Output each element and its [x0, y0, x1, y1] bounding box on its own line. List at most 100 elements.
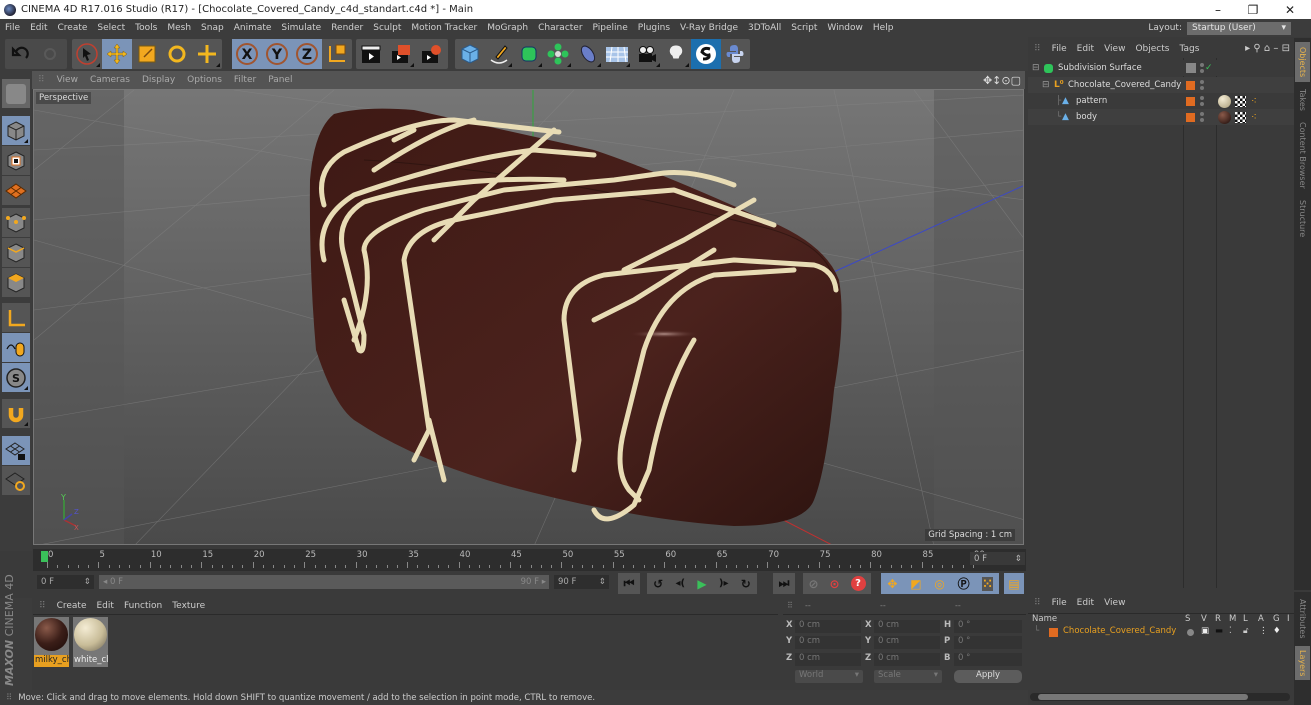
tweak-mode-button[interactable] [2, 333, 30, 362]
menu-tools[interactable]: Tools [130, 23, 162, 33]
layer-swatch[interactable] [1186, 63, 1196, 73]
new-window-icon[interactable]: ⊟ [1282, 43, 1290, 54]
menu-mograph[interactable]: MoGraph [482, 23, 533, 33]
minimize-icon[interactable]: – [1273, 43, 1278, 54]
tab-structure[interactable]: Structure [1295, 196, 1310, 241]
menu-file[interactable]: File [0, 23, 25, 33]
visibility-dots[interactable] [1200, 112, 1204, 122]
layer-menu-file[interactable]: File [1047, 598, 1072, 608]
menu-simulate[interactable]: Simulate [276, 23, 326, 33]
layer-swatch[interactable] [1186, 96, 1195, 106]
menu-mesh[interactable]: Mesh [162, 23, 196, 33]
locked-workplane-button[interactable] [2, 436, 30, 465]
layout-dropdown[interactable]: Startup (User) ▾ [1187, 21, 1291, 35]
material-menu-edit[interactable]: Edit [92, 601, 119, 611]
z-axis-button[interactable]: Z [292, 39, 322, 69]
timeline-ruler[interactable]: 051015202530354045505560657075808590 [33, 549, 1026, 571]
tab-objects[interactable]: Objects [1295, 42, 1310, 82]
viewport-menu-panel[interactable]: Panel [262, 75, 298, 85]
visibility-dots[interactable] [1200, 96, 1204, 106]
pos-z-field[interactable]: 0 cm [795, 653, 861, 666]
selection-tag-icon[interactable]: ⁖ [1251, 96, 1257, 107]
material-menu-create[interactable]: Create [52, 601, 92, 611]
make-editable-button[interactable] [2, 79, 30, 108]
col-animation[interactable]: A [1258, 614, 1264, 624]
menu-pipeline[interactable]: Pipeline [588, 23, 633, 33]
col-locked[interactable]: L [1243, 614, 1248, 624]
model-mode-button[interactable] [2, 116, 30, 145]
col-render[interactable]: R [1215, 614, 1221, 624]
tab-layers[interactable]: Layers [1295, 646, 1310, 680]
menu-animate[interactable]: Animate [229, 23, 277, 33]
current-frame-field[interactable]: 0 F ⇕ [970, 552, 1025, 565]
viewport[interactable]: Y X Z Perspective Grid Spacing : 1 cm [33, 89, 1024, 545]
start-frame-field[interactable]: 0 F ⇕ [37, 575, 94, 589]
pla-track-button[interactable]: ⁙ [982, 576, 993, 591]
range-slider[interactable]: ◂ 0 F 90 F ▸ [99, 575, 549, 589]
menu-window[interactable]: Window [822, 23, 868, 33]
tab-content-browser[interactable]: Content Browser [1295, 118, 1310, 193]
next-key-button[interactable]: ↻ [741, 577, 751, 591]
material-menu-texture[interactable]: Texture [167, 601, 210, 611]
coord-mode-select[interactable]: World ▾ [795, 670, 863, 683]
col-manager[interactable]: M [1229, 614, 1236, 624]
autokey-off-button[interactable]: ⊘ [808, 577, 818, 591]
collapse-icon[interactable]: ⊟ [1042, 80, 1050, 90]
tab-takes[interactable]: Takes [1295, 86, 1310, 114]
camera-button[interactable] [632, 39, 662, 69]
floor-button[interactable] [603, 39, 633, 69]
tab-attributes[interactable]: Attributes [1295, 594, 1310, 644]
menu-plugins[interactable]: Plugins [633, 23, 675, 33]
solo-toggle[interactable] [1187, 629, 1194, 636]
render-view-button[interactable] [356, 39, 386, 69]
col-generators[interactable]: G [1273, 614, 1280, 624]
pos-y-field[interactable]: 0 cm [795, 636, 861, 649]
menu-help[interactable]: Help [868, 23, 899, 33]
obj-menu-tags[interactable]: Tags [1174, 44, 1204, 54]
edges-mode-button[interactable] [2, 238, 30, 267]
scale-button[interactable] [132, 39, 162, 69]
subdivision-surface-button[interactable] [514, 39, 544, 69]
snap-button[interactable] [2, 399, 30, 428]
rot-p-field[interactable]: 0 ° [954, 636, 1022, 649]
planar-workplane-button[interactable] [2, 466, 30, 495]
coordinate-system-button[interactable] [322, 39, 352, 69]
layer-color-swatch[interactable] [1049, 628, 1058, 637]
render-settings-button[interactable] [416, 39, 446, 69]
polygons-mode-button[interactable] [2, 268, 30, 297]
end-frame-field[interactable]: 90 F ⇕ [554, 575, 609, 589]
workplane-mode-button[interactable] [2, 176, 30, 205]
size-mode-select[interactable]: Scale ▾ [874, 670, 942, 683]
material-milky-ch[interactable]: milky_ch [34, 617, 69, 667]
col-solo[interactable]: S [1185, 614, 1190, 624]
manager-toggle-icon[interactable]: ⁚ [1229, 626, 1232, 636]
restore-button[interactable]: ❐ [1233, 0, 1273, 19]
playhead[interactable] [41, 551, 48, 562]
rotate-button[interactable] [162, 39, 192, 69]
collapse-icon[interactable]: ⊟ [1032, 63, 1040, 73]
go-to-start-button[interactable]: ⏮ [618, 573, 640, 594]
menu-create[interactable]: Create [53, 23, 93, 33]
autokeying-button[interactable]: ? [850, 576, 866, 591]
object-row-subdivision-surface[interactable]: ⊟ Subdivision Surface ✓ [1028, 60, 1294, 76]
obj-menu-file[interactable]: File [1047, 44, 1072, 54]
previous-key-button[interactable]: ↺ [653, 577, 663, 591]
next-frame-button[interactable]: )▸ [719, 578, 729, 589]
uvw-tag-icon[interactable] [1235, 111, 1246, 123]
menu-sculpt[interactable]: Sculpt [368, 23, 406, 33]
layer-swatch[interactable] [1186, 112, 1195, 122]
timeline-button[interactable]: ▤ [1004, 573, 1024, 594]
material-menu-function[interactable]: Function [119, 601, 167, 611]
move-track-button[interactable]: ✥ [887, 577, 897, 591]
home-icon[interactable]: ⌂ [1264, 43, 1270, 54]
lock-toggle-icon[interactable]: 🔓︎ [1243, 626, 1249, 636]
minimize-button[interactable]: – [1198, 0, 1238, 19]
obj-menu-edit[interactable]: Edit [1072, 44, 1099, 54]
render-toggle-icon[interactable]: ▬ [1215, 626, 1223, 636]
selection-tag-icon[interactable]: ⁖ [1251, 112, 1257, 123]
viewport-menu-options[interactable]: Options [181, 75, 228, 85]
param-track-button[interactable]: Ⓟ [958, 575, 970, 592]
visibility-dots[interactable] [1200, 63, 1204, 73]
menu-motion-tracker[interactable]: Motion Tracker [406, 23, 482, 33]
layer-menu-view[interactable]: View [1099, 598, 1130, 608]
